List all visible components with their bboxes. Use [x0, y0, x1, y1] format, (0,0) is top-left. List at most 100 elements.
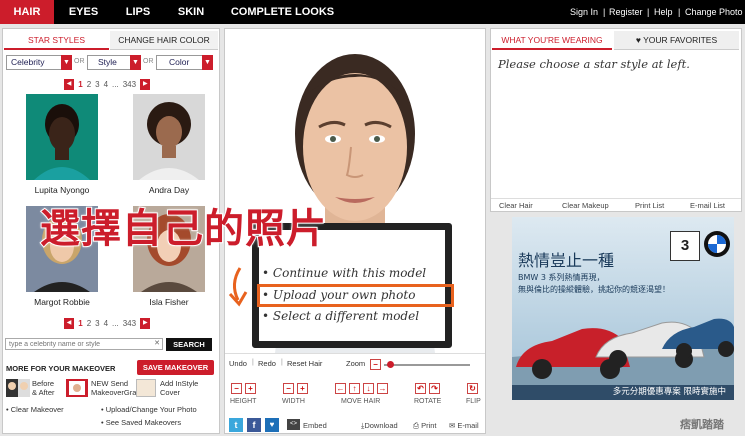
- star-thumb-lupita[interactable]: [26, 94, 98, 180]
- separator: |: [647, 7, 650, 17]
- clear-hair-link[interactable]: Clear Hair: [499, 201, 533, 210]
- zoom-slider-handle[interactable]: [387, 361, 394, 368]
- zoom-out-button[interactable]: −: [370, 359, 381, 370]
- select-model-label: Select a different model: [272, 309, 420, 323]
- separator: |: [281, 359, 283, 366]
- upload-photo-option-label: Upload your own photo: [272, 288, 416, 302]
- select-model-option[interactable]: • Select a different model: [262, 309, 419, 323]
- page-3[interactable]: 3: [95, 319, 99, 328]
- width-increase-button[interactable]: +: [297, 383, 308, 394]
- pagination-bottom: ◀ 1 2 3 4... 343 ▶: [64, 318, 151, 330]
- page-2[interactable]: 2: [87, 80, 91, 89]
- page-ellipsis: ...: [112, 80, 119, 89]
- width-decrease-button[interactable]: −: [283, 383, 294, 394]
- print-list-link[interactable]: Print List: [635, 201, 664, 210]
- ad-subtitle-2: 無與倫比的操縱體驗，挑起你的競逐渴望！: [518, 285, 670, 294]
- register-link[interactable]: Register: [609, 0, 643, 24]
- embed-link[interactable]: Embed: [303, 421, 327, 430]
- separator: |: [678, 7, 681, 17]
- next-page-icon[interactable]: ▶: [140, 318, 151, 329]
- move-up-button[interactable]: ↑: [349, 383, 360, 394]
- or-label: OR: [143, 58, 154, 65]
- zoom-label: Zoom: [346, 359, 366, 368]
- instyle-cover-link[interactable]: Add InStyle Cover: [160, 379, 216, 397]
- upload-photo-link[interactable]: • Upload/Change Your Photo: [101, 405, 197, 414]
- page-4[interactable]: 4: [104, 319, 108, 328]
- nav-tab-hair[interactable]: HAIR: [0, 0, 54, 24]
- divider: [491, 198, 741, 199]
- flip-label: FLIP: [466, 398, 481, 405]
- ad-headline: 熱情豈止一種: [518, 251, 615, 270]
- celebrity-dropdown[interactable]: Celebrity ▼: [6, 55, 72, 70]
- embed-icon: <>: [287, 419, 300, 430]
- next-page-icon[interactable]: ▶: [140, 79, 151, 90]
- move-right-button[interactable]: →: [377, 383, 388, 394]
- ad-promo-bar: 多元分期優惠專案 限時實施中: [512, 385, 734, 400]
- page-1[interactable]: 1: [78, 319, 82, 328]
- height-increase-button[interactable]: +: [245, 383, 256, 394]
- facebook-icon[interactable]: f: [247, 418, 261, 432]
- continue-model-label: Continue with this model: [272, 266, 427, 280]
- email-link[interactable]: ✉ E-mail: [449, 421, 479, 430]
- page-last[interactable]: 343: [123, 80, 136, 89]
- print-link[interactable]: ⎙ Print: [413, 421, 437, 431]
- search-field[interactable]: ✕: [5, 338, 163, 350]
- nav-tab-lips[interactable]: LIPS: [113, 0, 163, 24]
- page-last[interactable]: 343: [123, 319, 136, 328]
- download-link[interactable]: ⤓Download: [361, 421, 398, 431]
- pointer-arrow-icon: [228, 267, 248, 307]
- search-button[interactable]: SEARCH: [166, 338, 212, 351]
- sign-in-link[interactable]: Sign In: [570, 0, 598, 24]
- zoom-slider[interactable]: [384, 364, 470, 366]
- clear-makeover-link[interactable]: • Clear Makeover: [6, 405, 64, 414]
- rotate-right-button[interactable]: ↷: [429, 383, 440, 394]
- email-list-link[interactable]: E-mail List: [690, 201, 725, 210]
- clear-icon[interactable]: ✕: [154, 339, 160, 347]
- continue-model-option[interactable]: • Continue with this model: [262, 266, 426, 280]
- prev-page-icon[interactable]: ◀: [64, 318, 74, 329]
- ad-subtitle-1: BMW 3 系列熱情再現，: [518, 273, 605, 282]
- rotate-left-button[interactable]: ↶: [415, 383, 426, 394]
- nav-tab-skin[interactable]: SKIN: [165, 0, 217, 24]
- share-icon[interactable]: ♥: [265, 418, 279, 432]
- change-photo-link[interactable]: Change Photo: [685, 0, 743, 24]
- separator: |: [252, 359, 254, 366]
- height-decrease-button[interactable]: −: [231, 383, 242, 394]
- redo-button[interactable]: Redo: [258, 359, 276, 368]
- help-link[interactable]: Help: [654, 0, 673, 24]
- watermark: 痞凱踏踏: [680, 418, 724, 431]
- tab-star-styles[interactable]: STAR STYLES: [4, 31, 109, 50]
- undo-button[interactable]: Undo: [229, 359, 247, 368]
- page-4[interactable]: 4: [104, 80, 108, 89]
- bmw-logo-icon: [704, 231, 730, 257]
- color-dropdown[interactable]: Color ▼: [156, 55, 213, 70]
- chevron-down-icon: ▼: [130, 55, 141, 70]
- makeovergram-link[interactable]: NEW Send MakeoverGram: [91, 379, 143, 397]
- move-down-button[interactable]: ↓: [363, 383, 374, 394]
- save-makeover-button[interactable]: SAVE MAKEOVER: [137, 360, 214, 375]
- overlay-title: 選擇自己的照片: [39, 205, 327, 253]
- page-1[interactable]: 1: [78, 80, 82, 89]
- nav-tab-eyes[interactable]: EYES: [56, 0, 111, 24]
- tab-what-youre-wearing[interactable]: WHAT YOU'RE WEARING: [492, 31, 612, 50]
- clear-makeup-link[interactable]: Clear Makeup: [562, 201, 609, 210]
- wearing-message: Please choose a star style at left.: [498, 57, 690, 71]
- reset-hair-button[interactable]: Reset Hair: [287, 359, 322, 368]
- upload-photo-option[interactable]: • Upload your own photo: [262, 288, 415, 302]
- saved-makeovers-link[interactable]: • See Saved Makeovers: [101, 418, 181, 427]
- move-left-button[interactable]: ←: [335, 383, 346, 394]
- page-3[interactable]: 3: [95, 80, 99, 89]
- twitter-icon[interactable]: t: [229, 418, 243, 432]
- nav-tab-complete-looks[interactable]: COMPLETE LOOKS: [219, 0, 346, 24]
- email-label: E-mail: [457, 421, 479, 430]
- page-2[interactable]: 2: [87, 319, 91, 328]
- style-dropdown[interactable]: Style ▼: [87, 55, 141, 70]
- tab-your-favorites[interactable]: ♥ YOUR FAVORITES: [614, 31, 739, 50]
- star-thumb-andra[interactable]: [133, 94, 205, 180]
- flip-button[interactable]: ↻: [467, 383, 478, 394]
- before-after-link[interactable]: Before & After: [32, 379, 60, 397]
- tab-change-hair-color[interactable]: CHANGE HAIR COLOR: [110, 31, 218, 50]
- prev-page-icon[interactable]: ◀: [64, 79, 74, 90]
- search-input[interactable]: [6, 339, 146, 350]
- bmw-ad-banner[interactable]: 3 熱情豈止一種 BMW 3 系列熱情再現， 無與倫比的操縱體驗，挑起你的競逐渴…: [512, 217, 734, 400]
